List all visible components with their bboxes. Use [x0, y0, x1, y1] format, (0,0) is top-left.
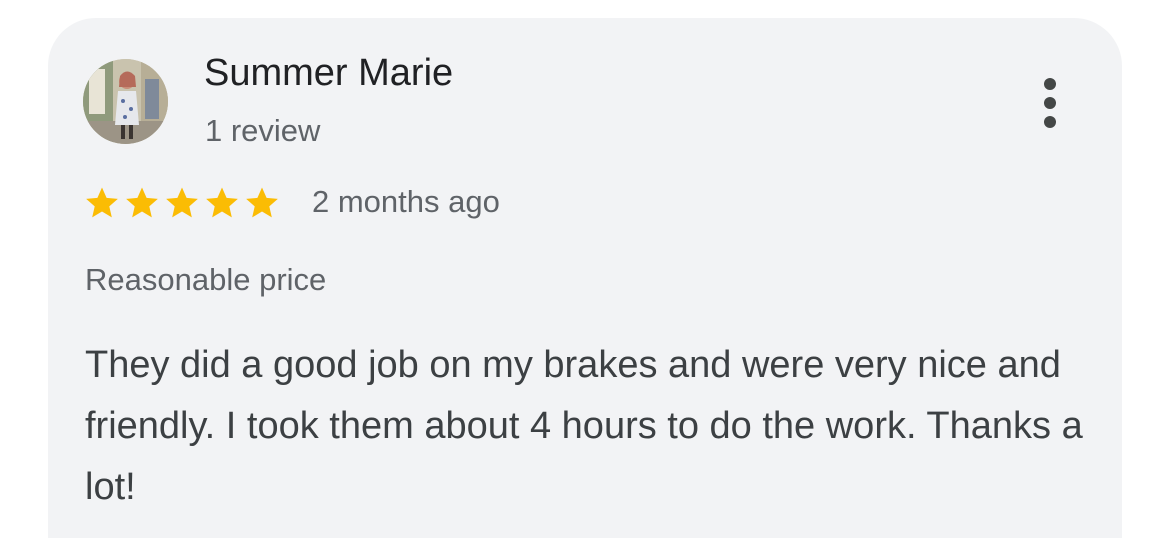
more-options-button[interactable] [1028, 74, 1072, 132]
review-text: They did a good job on my brakes and wer… [85, 344, 1083, 508]
avatar[interactable] [83, 59, 168, 144]
star-icon [86, 187, 118, 218]
star-icon [246, 187, 278, 218]
review-date: 2 months ago [312, 184, 500, 219]
more-vert-icon-dot [1044, 97, 1056, 109]
reviewer-review-count: 1 review [205, 113, 321, 148]
review-card: Summer Marie 1 review 2 months ago Reaso… [48, 18, 1122, 538]
more-vert-icon [1044, 78, 1056, 90]
reviewer-name[interactable]: Summer Marie [204, 52, 453, 95]
review-attribute-tag: Reasonable price [85, 262, 327, 297]
star-rating [82, 184, 282, 222]
more-vert-icon-dot [1044, 116, 1056, 128]
star-icon [206, 187, 238, 218]
star-icon [166, 187, 198, 218]
avatar-photo [83, 59, 168, 144]
star-icon [126, 187, 158, 218]
